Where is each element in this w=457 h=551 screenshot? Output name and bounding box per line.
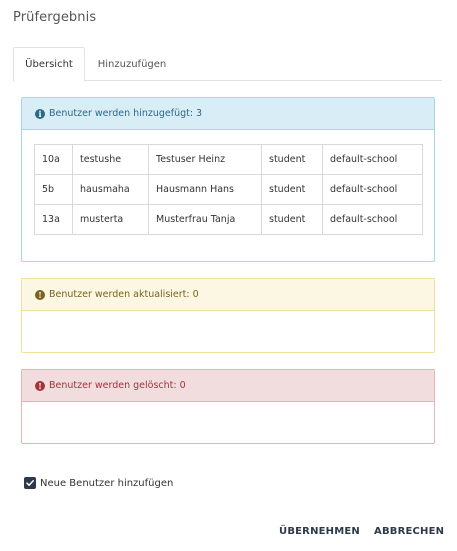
table-row: 13a musterta Musterfrau Tanja student de… xyxy=(34,204,423,235)
updated-users-heading: Benutzer werden aktualisiert: 0 xyxy=(49,289,199,300)
table-cell-class: 10a xyxy=(34,144,73,175)
table-cell-school: default-school xyxy=(322,204,423,235)
added-users-header: i Benutzer werden hinzugefügt: 3 xyxy=(22,98,434,130)
checkmark-icon xyxy=(26,480,34,486)
table-row: 5b hausmaha Hausmann Hans student defaul… xyxy=(34,174,423,205)
info-icon: i xyxy=(35,108,45,119)
table-cell-role: student xyxy=(261,174,323,205)
table-cell-login: testushe xyxy=(72,144,149,175)
table-cell-login: hausmaha xyxy=(72,174,149,205)
table-cell-role: student xyxy=(261,144,323,175)
warning-icon: ! xyxy=(35,289,45,300)
table-cell-school: default-school xyxy=(322,144,423,175)
table-cell-login: musterta xyxy=(72,204,149,235)
table-cell-name: Musterfrau Tanja xyxy=(148,204,262,235)
add-new-users-label: Neue Benutzer hinzufügen xyxy=(40,477,174,489)
table-row: 10a testushe Testuser Heinz student defa… xyxy=(34,144,423,175)
added-users-heading: Benutzer werden hinzugefügt: 3 xyxy=(49,108,203,119)
add-new-users-option[interactable]: Neue Benutzer hinzufügen xyxy=(24,477,173,489)
added-users-panel: i Benutzer werden hinzugefügt: 3 10a tes… xyxy=(21,97,435,262)
apply-button[interactable]: ÜBERNEHMEN xyxy=(279,526,360,537)
deleted-users-panel: ! Benutzer werden gelöscht: 0 xyxy=(21,369,435,444)
cancel-button[interactable]: ABBRECHEN xyxy=(374,526,444,537)
tab-to-add[interactable]: Hinzuzufügen xyxy=(87,47,177,81)
table-cell-name: Testuser Heinz xyxy=(148,144,262,175)
updated-users-header: ! Benutzer werden aktualisiert: 0 xyxy=(22,279,434,311)
table-cell-class: 5b xyxy=(34,174,73,205)
tab-bar: Übersicht Hinzuzufügen xyxy=(13,47,442,82)
deleted-users-header: ! Benutzer werden gelöscht: 0 xyxy=(22,370,434,402)
deleted-users-heading: Benutzer werden gelöscht: 0 xyxy=(49,380,186,391)
table-cell-class: 13a xyxy=(34,204,73,235)
tab-overview[interactable]: Übersicht xyxy=(13,47,85,82)
table-cell-role: student xyxy=(261,204,323,235)
dialog-title: Prüfergebnis xyxy=(13,10,97,25)
added-users-table: 10a testushe Testuser Heinz student defa… xyxy=(34,144,423,235)
add-new-users-checkbox[interactable] xyxy=(24,477,36,489)
table-cell-name: Hausmann Hans xyxy=(148,174,262,205)
table-cell-school: default-school xyxy=(322,174,423,205)
alert-icon: ! xyxy=(35,380,45,391)
updated-users-panel: ! Benutzer werden aktualisiert: 0 xyxy=(21,278,435,353)
